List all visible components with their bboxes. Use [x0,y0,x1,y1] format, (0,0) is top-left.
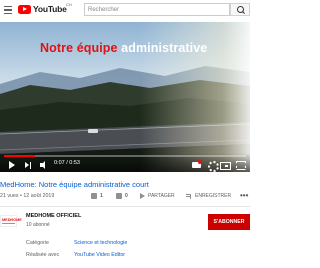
brand-region: CH [66,2,72,7]
search-icon[interactable] [230,3,250,16]
share-button[interactable]: PARTAGER [140,191,175,201]
gear-icon[interactable] [207,160,219,172]
thumbs-up-icon [91,193,97,199]
menu-icon[interactable] [4,6,12,14]
top-bar: YouTube CH Rechercher [0,0,250,22]
overlay-title-accent: Notre équipe [40,41,118,55]
search-input[interactable]: Rechercher [84,3,230,16]
category-link[interactable]: Science et technologie [74,240,127,246]
next-icon[interactable] [25,160,33,170]
overlay-title-rest: administrative [117,41,208,55]
save-label: ENREGISTRER [195,193,232,199]
subtitles-icon[interactable] [192,160,202,170]
subscribe-button[interactable]: S'ABONNER [208,214,250,230]
share-label: PARTAGER [148,193,175,199]
made-with-label: Réalisée avec [26,252,60,258]
video-player[interactable]: Notre équipe administrative 0:07 / 0:53 [0,22,250,172]
thumbs-down-icon [116,193,122,199]
share-icon [140,193,145,199]
play-icon[interactable] [8,160,16,170]
dislike-button[interactable]: 0 [116,191,128,201]
fullscreen-icon[interactable] [236,160,246,170]
playlist-add-icon [186,193,192,199]
avatar[interactable]: MEDHOME [0,215,22,227]
save-button[interactable]: ENREGISTRER [186,191,231,201]
dislike-count: 0 [125,193,128,199]
avatar-logo-line [2,223,15,224]
category-label: Catégorie [26,240,49,246]
channel-name[interactable]: MEDHOME OFFICIEL [26,213,81,219]
miniplayer-icon[interactable] [220,160,231,170]
progress-fill [4,155,36,157]
more-actions-button[interactable]: ••• [240,191,248,201]
video-meta: 21 vues • 12 août 2019 [0,193,55,199]
time-display: 0:07 / 0:53 [54,160,80,166]
avatar-logo-text: MEDHOME [2,218,22,222]
made-with-link[interactable]: YouTube Video Editor [74,252,125,258]
more-icon: ••• [240,191,249,200]
like-button[interactable]: 1 [91,191,103,201]
video-overlay-title: Notre équipe administrative [40,41,207,55]
divider [0,206,250,207]
youtube-logo-icon[interactable] [18,5,31,14]
video-title: MedHome: Notre équipe administrative cou… [0,180,149,189]
brand-name[interactable]: YouTube [33,4,67,14]
subscriber-count: 10 abonné [26,222,50,228]
like-count: 1 [100,193,103,199]
progress-bar[interactable] [4,155,246,157]
volume-icon[interactable] [40,160,49,170]
